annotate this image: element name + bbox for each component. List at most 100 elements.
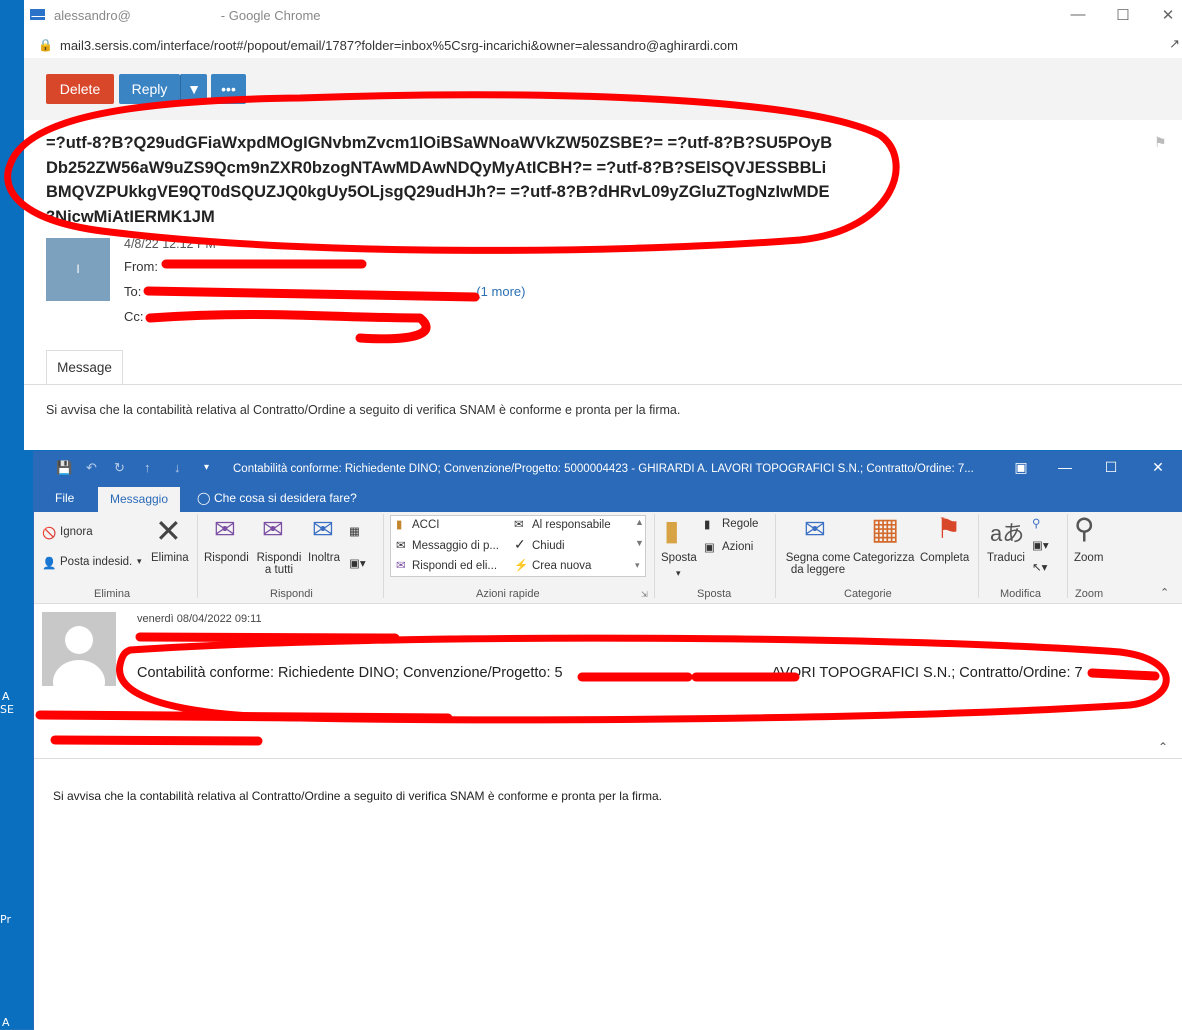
reply-button[interactable]: Rispondi [204,552,249,564]
customize-toolbar-icon[interactable]: ▾ [204,462,209,473]
avatar: I [46,238,110,301]
ribbon-separator [775,514,776,598]
url-text[interactable]: mail3.sersis.com/interface/root#/popout/… [60,38,738,53]
rules-icon: ▮ [704,519,711,531]
desktop-label: A [2,690,10,703]
chevron-down-icon: ▾ [676,568,681,578]
quick-step-responsabile[interactable]: Al responsabile [532,519,611,531]
quick-step-chiudi[interactable]: Chiudi [532,540,565,552]
translate-button[interactable]: Traduci [987,552,1025,564]
categorize-button[interactable]: Categorizza [853,552,914,564]
desktop-label: A [2,1016,10,1029]
window-title-account: alessandro@ [54,8,131,23]
junk-icon: 👤 [42,558,57,570]
lightbulb-icon: ◯ [197,491,211,505]
up-arrow-icon[interactable]: ↑ [144,460,151,475]
undo-icon[interactable]: ↶ [86,460,97,476]
followup-button[interactable]: Completa [920,552,969,564]
group-label-sposta: Sposta [697,588,732,600]
reply-all-button[interactable]: Rispondi a tutti [254,552,304,576]
delete-button[interactable]: Delete [46,74,114,104]
mail-icon [30,9,45,20]
zoom-button[interactable]: Zoom [1074,552,1103,564]
pointer-icon[interactable]: ↖▾ [1032,560,1047,574]
move-folder-icon: ▮ [664,515,680,546]
meeting-icon[interactable]: ▦ [349,524,360,538]
open-external-icon[interactable]: ↗ [1169,36,1180,52]
ribbon-tabs: File Messaggio ◯ Che cosa si desidera fa… [34,486,1182,512]
to-label: To: [124,284,142,299]
more-recipients-link[interactable]: (1 more) [476,284,525,299]
close-icon[interactable]: ✕ [1158,6,1178,24]
close-icon[interactable]: ✕ [1147,459,1169,476]
cc-row: Cc: [124,309,144,324]
tell-me-input[interactable]: Che cosa si desidera fare? [214,491,357,505]
ribbon-separator [654,514,655,598]
translate-icon: aあ [990,521,1025,546]
chrome-titlebar: alessandro@ - Google Chrome — ☐ ✕ [24,0,1182,32]
tab-messaggio[interactable]: Messaggio [98,487,180,512]
scroll-up-icon[interactable]: ▲ [635,517,644,527]
message-date: venerdì 08/04/2022 09:11 [137,613,262,625]
reply-dropdown-button[interactable]: ▼ [180,74,207,104]
folder-icon: ▮ [396,519,403,531]
reply-icon: ✉ [214,514,236,544]
window-title-app: - Google Chrome [220,8,321,23]
minimize-icon[interactable]: — [1068,6,1088,23]
delete-button[interactable]: Elimina [151,552,189,564]
message-icon: ✉ [396,540,406,552]
rules-button[interactable]: Regole [722,518,758,530]
select-icon[interactable]: ▣▾ [1032,538,1049,552]
down-arrow-icon[interactable]: ↓ [174,460,181,475]
tab-divider [24,384,1182,385]
mark-unread-icon: ✉ [804,514,826,544]
scroll-down-icon[interactable]: ▼ [635,538,644,548]
quick-step-crea-nuova[interactable]: Crea nuova [532,560,591,572]
group-label-categorie: Categorie [844,588,892,600]
mail-toolbar: Delete Reply ▼ ••• [24,58,1182,120]
ribbon-separator [1067,514,1068,598]
maximize-icon[interactable]: ☐ [1113,6,1133,24]
quick-step-acci[interactable]: ACCI [412,519,439,531]
collapse-header-icon[interactable]: ⌃ [1158,740,1168,754]
tab-message[interactable]: Message [46,350,123,384]
actions-button[interactable]: Azioni [722,541,753,553]
message-subject-tail: AVORI TOPOGRAFICI S.N.; Contratto/Ordine… [771,665,1083,681]
quick-step-rispondi-elimina[interactable]: Rispondi ed eli... [412,560,497,572]
more-actions-button[interactable]: ••• [211,74,246,104]
junk-button[interactable]: Posta indesid. [60,556,132,568]
reply-button[interactable]: Reply [119,74,180,104]
to-manager-icon: ✉ [514,519,524,531]
redo-icon[interactable]: ↻ [114,460,125,476]
move-button[interactable]: Sposta [661,552,697,564]
save-icon[interactable]: 💾 [56,460,72,476]
mark-unread-label: da leggere [790,564,846,576]
ignore-button[interactable]: Ignora [60,526,93,538]
tab-file[interactable]: File [55,491,74,505]
ribbon-display-icon[interactable]: ▣ [1010,459,1032,476]
outlook-window: 💾 ↶ ↻ ↑ ↓ ▾ Contabilità conforme: Richie… [33,451,1182,1030]
mark-unread-button[interactable]: Segna come da leggere [783,552,853,576]
from-row: From: [124,259,158,274]
address-bar[interactable]: 🔒 mail3.sersis.com/interface/root#/popou… [24,32,1182,58]
cc-label: Cc: [124,309,144,324]
more-respond-icon[interactable]: ▣▾ [349,556,366,570]
reply-all-icon: ✉ [262,514,284,544]
categorize-icon: ▦ [871,513,900,546]
maximize-icon[interactable]: ☐ [1100,459,1122,476]
to-row: To: (1 more) [124,284,525,299]
find-icon[interactable]: ⚲ [1032,516,1040,530]
forward-button[interactable]: Inoltra [308,552,340,564]
mark-unread-label: Segna come [785,552,851,564]
minimize-icon[interactable]: — [1054,459,1076,475]
collapse-ribbon-icon[interactable]: ⌃ [1160,586,1169,599]
expand-gallery-icon[interactable]: ▾ [635,560,640,571]
flag-icon[interactable]: ⚑ [1154,134,1167,151]
dialog-launcher-icon[interactable]: ⇲ [641,590,648,599]
window-title: alessandro@ - Google Chrome [54,8,321,23]
outlook-titlebar: 💾 ↶ ↻ ↑ ↓ ▾ Contabilità conforme: Richie… [34,452,1182,486]
quick-step-messaggio[interactable]: Messaggio di p... [412,540,499,552]
chevron-down-icon: ▼ [187,81,201,97]
from-label: From: [124,259,158,274]
delete-x-icon: ✕ [155,513,182,549]
